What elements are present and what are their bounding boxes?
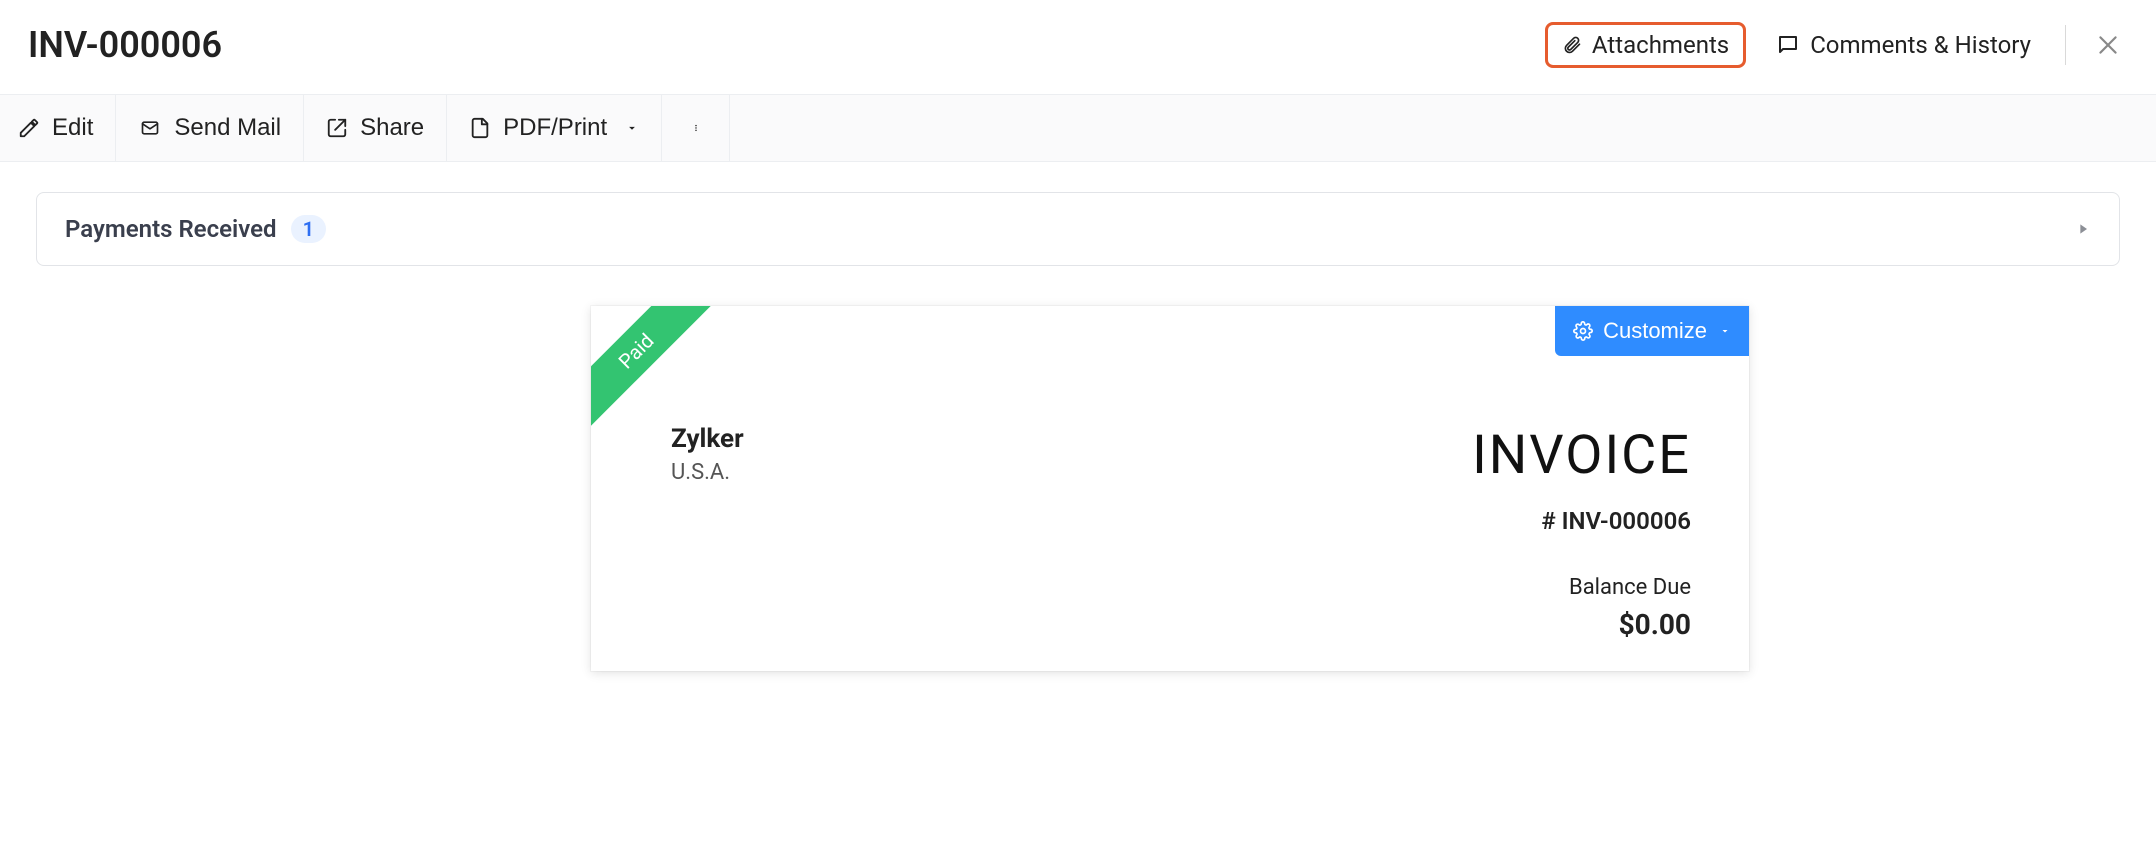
action-toolbar: Edit Send Mail Share PDF/Print (0, 94, 2156, 162)
pdf-icon (469, 117, 491, 139)
edit-label: Edit (52, 114, 93, 142)
caret-down-icon (625, 121, 639, 135)
customize-label: Customize (1603, 318, 1707, 344)
chevron-right-icon (2075, 220, 2091, 238)
close-icon (2095, 32, 2121, 58)
pdf-print-button[interactable]: PDF/Print (447, 95, 662, 161)
payments-count-badge: 1 (291, 215, 326, 243)
share-icon (326, 117, 348, 139)
page-title: INV-000006 (28, 24, 222, 66)
caret-down-icon (1719, 325, 1731, 337)
page-header: INV-000006 Attachments Comments & Histor… (0, 0, 2156, 94)
more-vertical-icon (692, 115, 700, 141)
divider (2065, 25, 2066, 65)
gear-icon (1573, 321, 1593, 341)
company-name: Zylker (671, 424, 744, 454)
share-label: Share (360, 114, 424, 142)
invoice-document: Paid Customize Zylker (591, 306, 1749, 671)
pencil-icon (18, 117, 40, 139)
comments-history-label: Comments & History (1810, 31, 2031, 59)
edit-button[interactable]: Edit (0, 95, 116, 161)
payments-received-title: Payments Received (65, 215, 277, 243)
comment-icon (1776, 33, 1800, 57)
pdf-print-label: PDF/Print (503, 114, 607, 142)
document-type: INVOICE (1472, 424, 1691, 487)
paperclip-icon (1562, 32, 1582, 58)
close-button[interactable] (2088, 25, 2128, 65)
attachments-label: Attachments (1592, 31, 1729, 59)
more-actions-button[interactable] (662, 95, 730, 161)
attachments-button[interactable]: Attachments (1545, 22, 1746, 68)
document-number: # INV-000006 (1472, 507, 1691, 535)
share-button[interactable]: Share (304, 95, 447, 161)
customize-button[interactable]: Customize (1555, 306, 1749, 356)
company-address: U.S.A. (671, 460, 744, 485)
balance-due-label: Balance Due (1472, 575, 1691, 600)
send-mail-button[interactable]: Send Mail (116, 95, 304, 161)
comments-history-button[interactable]: Comments & History (1764, 23, 2043, 67)
send-mail-label: Send Mail (174, 114, 281, 142)
balance-due-amount: $0.00 (1472, 608, 1691, 641)
payments-received-panel[interactable]: Payments Received 1 (36, 192, 2120, 266)
envelope-icon (138, 118, 162, 138)
